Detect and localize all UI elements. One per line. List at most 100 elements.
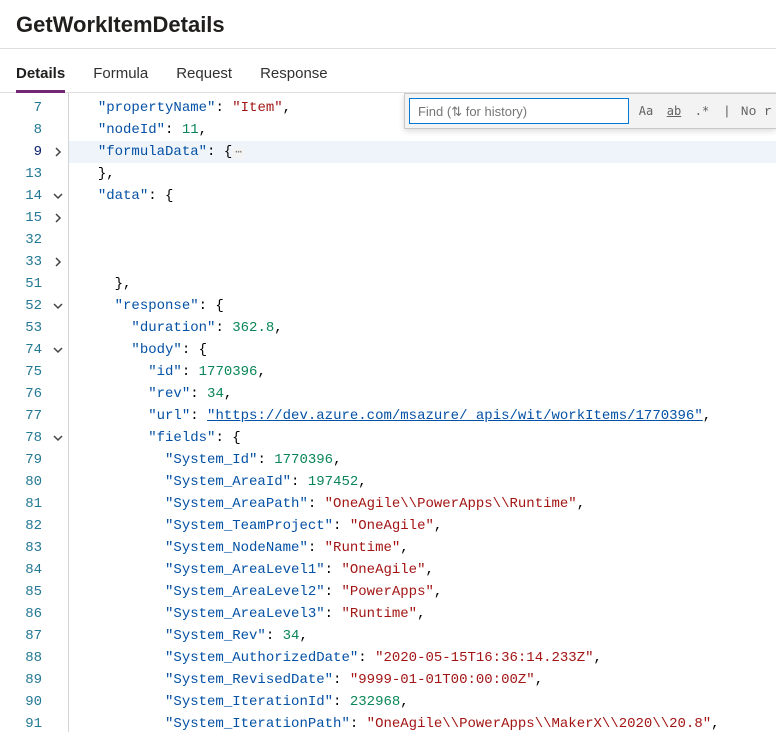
panel-header: GetWorkItemDetails <box>0 0 776 49</box>
fold-placeholder <box>50 562 66 578</box>
chevron-down-icon[interactable] <box>50 430 66 446</box>
line-gutter: 7891314153233515253747576777879808182838… <box>0 93 68 732</box>
code-line[interactable] <box>69 229 776 251</box>
gutter-line: 91 <box>0 713 68 732</box>
gutter-line: 80 <box>0 471 68 493</box>
code-line[interactable]: "body": { <box>69 339 776 361</box>
gutter-line: 77 <box>0 405 68 427</box>
code-area[interactable]: Aa ab .* | No r "propertyName": "Item", … <box>68 93 776 732</box>
code-line[interactable] <box>69 207 776 229</box>
code-line[interactable]: "data": { <box>69 185 776 207</box>
chevron-right-icon[interactable] <box>50 210 66 226</box>
code-line[interactable]: "System_AreaPath": "OneAgile\\PowerApps\… <box>69 493 776 515</box>
fold-placeholder <box>50 628 66 644</box>
code-line[interactable] <box>69 251 776 273</box>
fold-placeholder <box>50 584 66 600</box>
gutter-line: 76 <box>0 383 68 405</box>
fold-placeholder <box>50 606 66 622</box>
code-line[interactable]: "fields": { <box>69 427 776 449</box>
whole-word-icon[interactable]: ab <box>663 100 685 122</box>
tab-formula[interactable]: Formula <box>93 55 148 93</box>
code-line[interactable]: "System_RevisedDate": "9999-01-01T00:00:… <box>69 669 776 691</box>
gutter-line: 7 <box>0 97 68 119</box>
code-line[interactable]: "id": 1770396, <box>69 361 776 383</box>
gutter-line: 83 <box>0 537 68 559</box>
code-line[interactable]: "System_AreaLevel3": "Runtime", <box>69 603 776 625</box>
code-line[interactable]: "System_AreaLevel1": "OneAgile", <box>69 559 776 581</box>
details-panel: GetWorkItemDetails Details Formula Request… <box>0 0 776 732</box>
gutter-line: 33 <box>0 251 68 273</box>
find-input[interactable] <box>409 98 629 124</box>
gutter-line: 88 <box>0 647 68 669</box>
gutter-line: 82 <box>0 515 68 537</box>
code-editor[interactable]: 7891314153233515253747576777879808182838… <box>0 93 776 732</box>
gutter-line: 85 <box>0 581 68 603</box>
gutter-line: 86 <box>0 603 68 625</box>
fold-placeholder <box>50 364 66 380</box>
fold-placeholder <box>50 452 66 468</box>
tab-bar: Details Formula Request Response <box>0 49 776 93</box>
gutter-line: 81 <box>0 493 68 515</box>
code-line[interactable]: "rev": 34, <box>69 383 776 405</box>
gutter-line: 15 <box>0 207 68 229</box>
code-line[interactable]: "formulaData": {⋯ <box>69 141 776 163</box>
code-line[interactable]: "url": "https://dev.azure.com/msazure/_a… <box>69 405 776 427</box>
tab-response[interactable]: Response <box>260 55 328 93</box>
fold-placeholder <box>50 474 66 490</box>
code-line[interactable]: "System_AreaLevel2": "PowerApps", <box>69 581 776 603</box>
chevron-right-icon[interactable] <box>50 144 66 160</box>
gutter-line: 14 <box>0 185 68 207</box>
code-line[interactable]: "System_AreaId": 197452, <box>69 471 776 493</box>
match-case-icon[interactable]: Aa <box>635 100 657 122</box>
gutter-line: 75 <box>0 361 68 383</box>
fold-placeholder <box>50 518 66 534</box>
gutter-line: 32 <box>0 229 68 251</box>
gutter-line: 90 <box>0 691 68 713</box>
fold-placeholder <box>50 320 66 336</box>
chevron-down-icon[interactable] <box>50 342 66 358</box>
code-line[interactable]: "System_Id": 1770396, <box>69 449 776 471</box>
fold-placeholder <box>50 694 66 710</box>
code-line[interactable]: "System_Rev": 34, <box>69 625 776 647</box>
tab-details[interactable]: Details <box>16 55 65 93</box>
chevron-down-icon[interactable] <box>50 188 66 204</box>
code-line[interactable]: "System_NodeName": "Runtime", <box>69 537 776 559</box>
fold-placeholder <box>50 650 66 666</box>
fold-placeholder <box>50 232 66 248</box>
fold-placeholder <box>50 408 66 424</box>
gutter-line: 84 <box>0 559 68 581</box>
tab-request[interactable]: Request <box>176 55 232 93</box>
regex-icon[interactable]: .* <box>691 100 713 122</box>
fold-ellipsis-icon[interactable]: ⋯ <box>232 147 245 159</box>
find-widget: Aa ab .* | No r <box>404 93 776 129</box>
gutter-line: 53 <box>0 317 68 339</box>
fold-placeholder <box>50 122 66 138</box>
code-line[interactable]: "response": { <box>69 295 776 317</box>
gutter-line: 78 <box>0 427 68 449</box>
code-line[interactable]: "System_IterationPath": "OneAgile\\Power… <box>69 713 776 732</box>
find-divider: | <box>719 104 731 119</box>
gutter-line: 51 <box>0 273 68 295</box>
fold-placeholder <box>50 496 66 512</box>
page-title: GetWorkItemDetails <box>16 12 760 38</box>
gutter-line: 52 <box>0 295 68 317</box>
fold-placeholder <box>50 166 66 182</box>
chevron-down-icon[interactable] <box>50 298 66 314</box>
code-line[interactable]: "System_AuthorizedDate": "2020-05-15T16:… <box>69 647 776 669</box>
gutter-line: 89 <box>0 669 68 691</box>
fold-placeholder <box>50 386 66 402</box>
gutter-line: 13 <box>0 163 68 185</box>
code-line[interactable]: }, <box>69 163 776 185</box>
chevron-right-icon[interactable] <box>50 254 66 270</box>
find-status: No r <box>737 104 772 119</box>
code-line[interactable]: "duration": 362.8, <box>69 317 776 339</box>
fold-placeholder <box>50 276 66 292</box>
code-line[interactable]: }, <box>69 273 776 295</box>
code-line[interactable]: "System_IterationId": 232968, <box>69 691 776 713</box>
code-line[interactable]: "System_TeamProject": "OneAgile", <box>69 515 776 537</box>
fold-placeholder <box>50 100 66 116</box>
fold-placeholder <box>50 716 66 732</box>
gutter-line: 9 <box>0 141 68 163</box>
gutter-line: 87 <box>0 625 68 647</box>
gutter-line: 79 <box>0 449 68 471</box>
